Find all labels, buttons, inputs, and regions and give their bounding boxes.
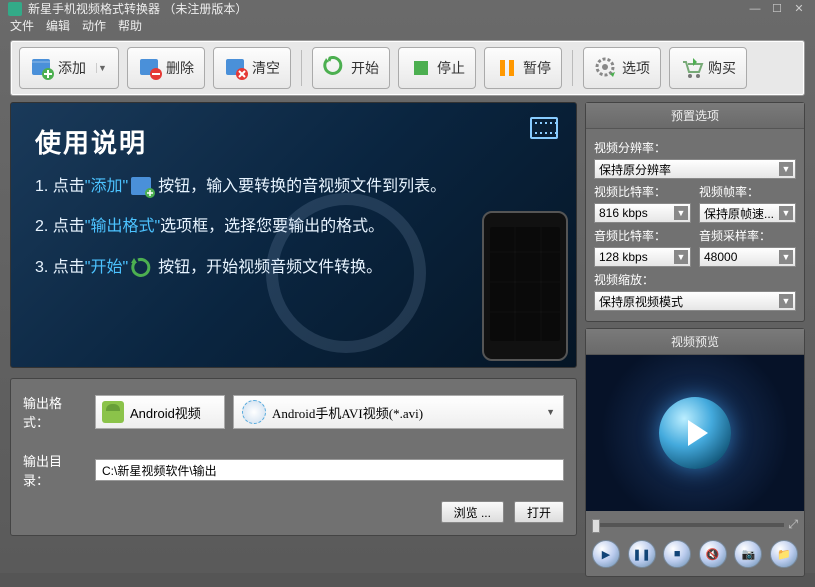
window-title: 新星手机视频格式转换器 （未注册版本） [28,0,247,17]
video-preview-area [586,355,804,511]
reel-graphic [266,193,426,353]
usage-step-1: 1. 点击"添加" 按钮，输入要转换的音视频文件到列表。 [35,176,552,198]
menu-bar: 文件 编辑 动作 帮助 [0,17,815,34]
open-button[interactable]: 打开 [514,501,564,523]
menu-edit[interactable]: 编辑 [46,17,70,34]
stop-icon [409,56,433,80]
title-bar: 新星手机视频格式转换器 （未注册版本） — ☐ ✕ [0,0,815,17]
menu-file[interactable]: 文件 [10,17,34,34]
pause-button[interactable]: 暂停 [484,47,562,89]
output-panel: 输出格式： Android视频 Android手机AVI视频(*.avi) ▼ … [10,378,577,536]
usage-heading: 使用说明 [35,123,552,160]
maximize-button[interactable]: ☐ [769,2,785,16]
play-button[interactable]: ▶ [592,540,620,568]
start-icon [323,56,347,80]
add-icon [30,56,54,80]
menu-action[interactable]: 动作 [82,17,106,34]
phone-graphic [482,211,568,361]
audio-bitrate-select[interactable]: 128 kbps▼ [594,247,691,267]
output-dir-label: 输出目录： [23,451,87,489]
stop-button[interactable]: ■ [663,540,691,568]
options-button[interactable]: 选项 [583,47,661,89]
start-button[interactable]: 开始 [312,47,390,89]
refresh-icon [130,257,156,279]
preset-panel: 预置选项 视频分辨率： 保持原分辨率▼ 视频比特率： 816 kbps▼ 视频帧… [585,102,805,322]
avi-icon [242,400,266,424]
snapshot-button[interactable]: 📷 [734,540,762,568]
stop-button[interactable]: 停止 [398,47,476,89]
output-dir-input[interactable] [95,459,564,481]
pause-button[interactable]: ❚❚ [628,540,656,568]
clear-icon [224,56,248,80]
audio-samplerate-select[interactable]: 48000▼ [699,247,796,267]
film-icon [530,117,558,139]
delete-button[interactable]: 删除 [127,47,205,89]
add-button[interactable]: 添加 ▼ [19,47,119,89]
video-fps-select[interactable]: 保持原帧速...▼ [699,203,796,223]
play-orb-icon [659,397,731,469]
chevron-down-icon: ▼ [546,407,555,417]
cart-icon [680,56,704,80]
chevron-down-icon: ▼ [96,63,108,73]
output-format-label: 输出格式： [23,393,87,431]
toolbar: 添加 ▼ 删除 清空 开始 停止 暂停 选项 [10,40,805,96]
output-format-category[interactable]: Android视频 [95,395,225,429]
browse-button[interactable]: 浏览 ... [441,501,504,523]
gear-icon [594,56,618,80]
output-format-profile[interactable]: Android手机AVI视频(*.avi) ▼ [233,395,564,429]
buy-button[interactable]: 购买 [669,47,747,89]
video-bitrate-select[interactable]: 816 kbps▼ [594,203,691,223]
usage-banner: 使用说明 1. 点击"添加" 按钮，输入要转换的音视频文件到列表。 2. 点击"… [10,102,577,368]
close-button[interactable]: ✕ [791,2,807,16]
clear-button[interactable]: 清空 [213,47,291,89]
video-resolution-select[interactable]: 保持原分辨率▼ [594,159,796,179]
seek-slider[interactable] [592,523,784,527]
preview-panel: 视频预览 ⤢ ▶ ❚❚ ■ 🔇 📷 📁 [585,328,805,577]
app-icon [8,2,22,16]
folder-button[interactable]: 📁 [770,540,798,568]
mute-button[interactable]: 🔇 [699,540,727,568]
add-icon [130,176,156,198]
video-scale-select[interactable]: 保持原视频模式▼ [594,291,796,311]
android-icon [102,401,124,423]
pause-icon [495,56,519,80]
delete-icon [138,56,162,80]
preview-title: 视频预览 [586,329,804,355]
expand-icon[interactable]: ⤢ [788,517,798,532]
preset-title: 预置选项 [586,103,804,129]
minimize-button[interactable]: — [747,2,763,16]
menu-help[interactable]: 帮助 [118,17,142,34]
